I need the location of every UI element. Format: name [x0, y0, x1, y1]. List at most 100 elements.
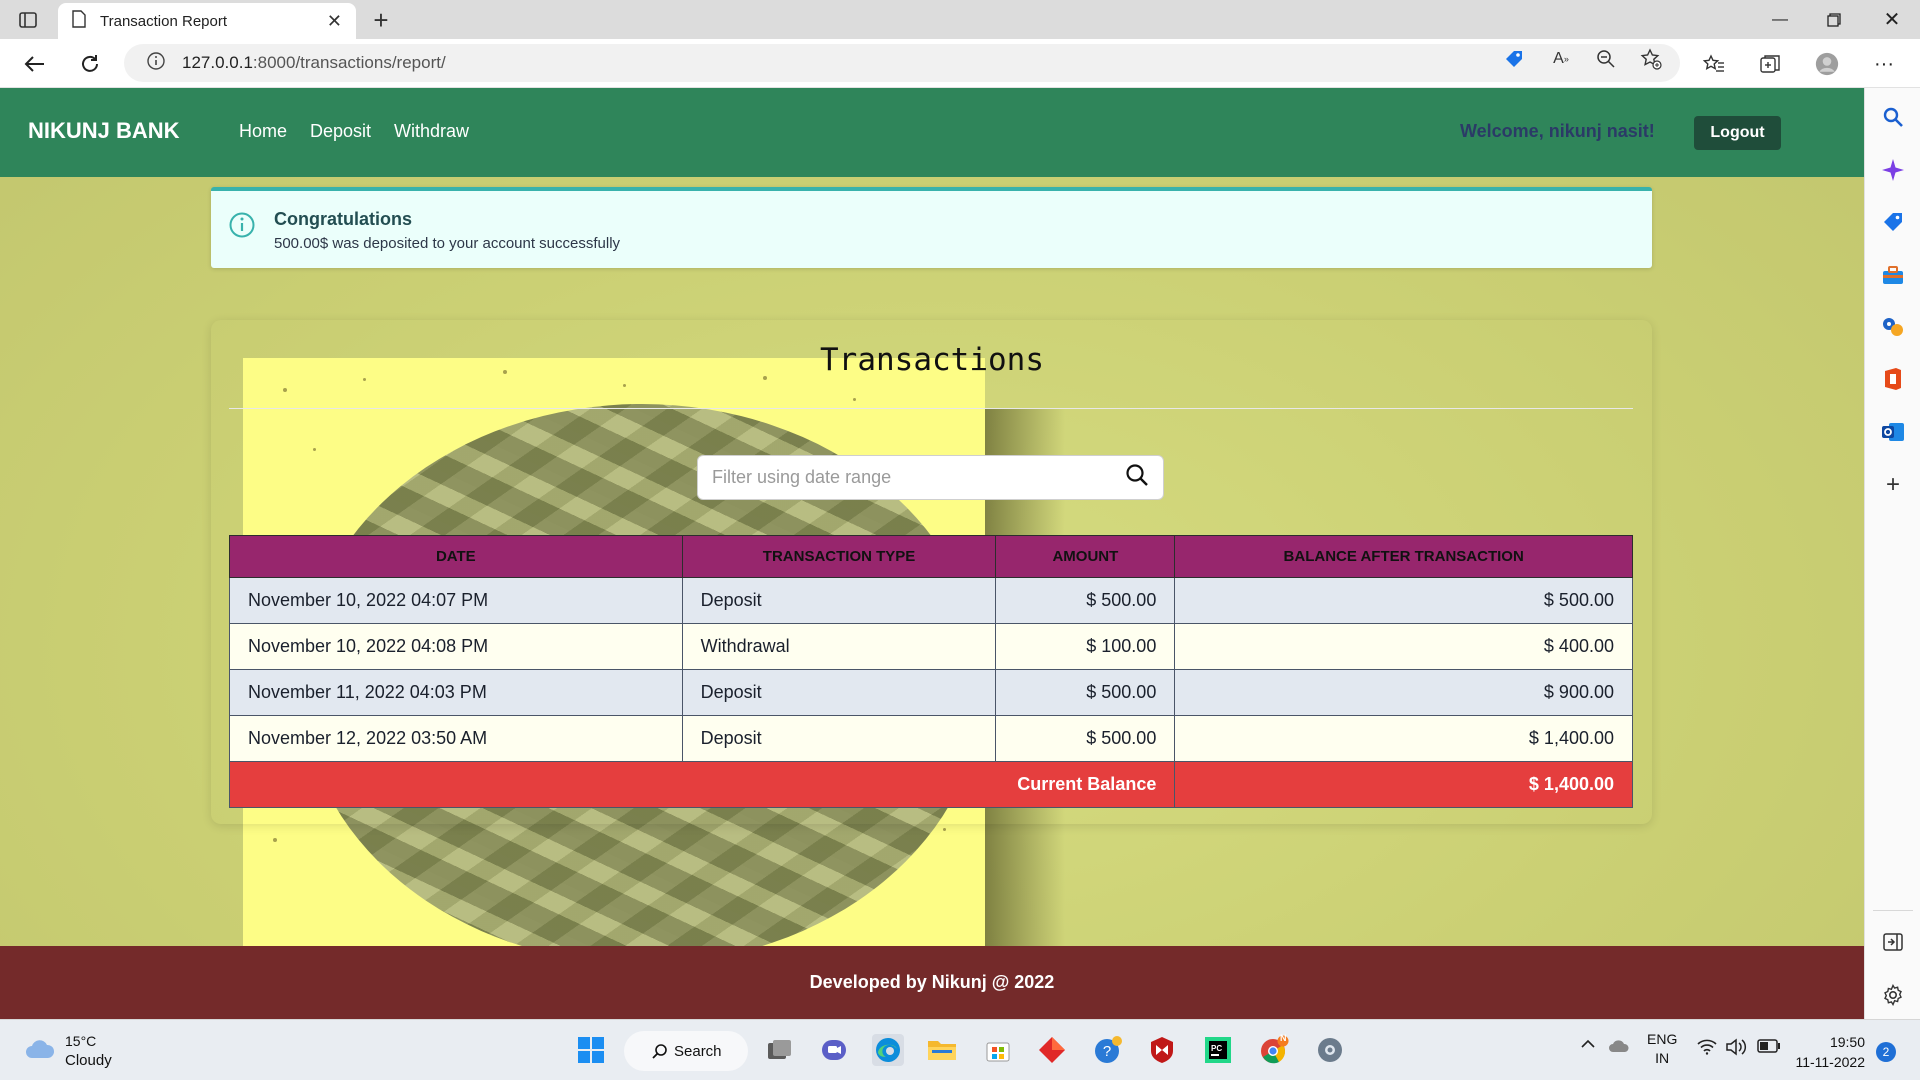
cell-type: Deposit: [681, 669, 997, 716]
alert-title: Congratulations: [274, 209, 412, 229]
taskbar-search[interactable]: Search: [624, 1031, 748, 1071]
new-tab-button[interactable]: +: [366, 5, 396, 36]
copilot-sparkle-icon[interactable]: [1879, 156, 1907, 184]
shopping-icon[interactable]: [1879, 208, 1907, 236]
browser-tab[interactable]: Transaction Report ✕: [58, 3, 356, 39]
cell-amount: $ 500.00: [995, 577, 1176, 624]
cell-type: Deposit: [681, 715, 997, 762]
games-icon[interactable]: [1879, 313, 1907, 341]
chrome-icon[interactable]: N: [1258, 1033, 1290, 1066]
language-indicator[interactable]: ENG IN: [1647, 1030, 1677, 1068]
system-clock[interactable]: 19:50 11-11-2022: [1795, 1032, 1865, 1072]
url-text[interactable]: 127.0.0.1:8000/transactions/report/: [182, 53, 446, 73]
tab-title: Transaction Report: [100, 12, 228, 30]
cell-type: Deposit: [681, 577, 997, 624]
profile-avatar[interactable]: [1815, 52, 1839, 76]
cell-amount: $ 500.00: [995, 669, 1176, 716]
nav-deposit-link[interactable]: Deposit: [310, 121, 371, 142]
taskbar-search-label: Search: [674, 1042, 722, 1060]
settings-taskbar-icon[interactable]: [1314, 1034, 1346, 1066]
page-viewport: NIKUNJ BANK Home Deposit Withdraw Welcom…: [0, 88, 1864, 1019]
get-help-icon[interactable]: ?: [1092, 1034, 1124, 1066]
cell-date: November 11, 2022 04:03 PM: [229, 669, 683, 716]
task-view-icon[interactable]: [764, 1034, 796, 1066]
current-balance-value: $ 1,400.00: [1174, 761, 1633, 808]
site-navbar: NIKUNJ BANK Home Deposit Withdraw Welcom…: [0, 88, 1864, 177]
wifi-icon[interactable]: [1697, 1039, 1717, 1058]
search-icon: [652, 1044, 667, 1059]
language-code: ENG: [1647, 1031, 1678, 1047]
collections-icon[interactable]: [1758, 52, 1782, 76]
add-sidebar-app-icon[interactable]: +: [1879, 471, 1907, 499]
office-icon[interactable]: [1879, 365, 1907, 393]
microsoft-store-icon[interactable]: [982, 1034, 1014, 1066]
search-icon[interactable]: [1879, 103, 1907, 131]
date-range-input[interactable]: [712, 467, 1125, 488]
date-filter-search: [697, 455, 1164, 500]
tab-actions-icon[interactable]: [16, 8, 40, 32]
current-balance-label: Current Balance: [228, 761, 1176, 808]
sidebar-divider: [1873, 910, 1913, 911]
site-info-icon[interactable]: [146, 51, 166, 76]
logout-button[interactable]: Logout: [1694, 116, 1781, 150]
favorites-icon[interactable]: [1702, 52, 1726, 76]
page-icon: [72, 9, 86, 33]
hide-sidebar-icon[interactable]: [1879, 928, 1907, 956]
success-alert: Congratulations 500.00$ was deposited to…: [211, 187, 1652, 268]
weather-description[interactable]: Cloudy: [65, 1052, 112, 1069]
brand-logo[interactable]: NIKUNJ BANK: [28, 118, 180, 144]
chrome-profile-badge: N: [1280, 1033, 1287, 1043]
show-hidden-icons[interactable]: [1580, 1036, 1596, 1052]
more-menu-icon[interactable]: ···: [1872, 52, 1896, 76]
volume-icon[interactable]: [1725, 1038, 1747, 1059]
back-button[interactable]: [20, 49, 50, 79]
onedrive-cloud-icon[interactable]: [1608, 1039, 1630, 1056]
browser-tab-bar: Transaction Report ✕ + — ✕: [0, 0, 1920, 39]
teams-chat-icon[interactable]: [818, 1034, 850, 1066]
file-explorer-icon[interactable]: [926, 1034, 958, 1066]
start-windows-icon[interactable]: [575, 1034, 607, 1066]
notification-badge[interactable]: 2: [1876, 1042, 1896, 1062]
alert-message: 500.00$ was deposited to your account su…: [274, 235, 621, 252]
refresh-button[interactable]: [75, 49, 105, 79]
info-icon: [229, 212, 255, 238]
zoom-out-icon[interactable]: [1595, 48, 1617, 70]
nav-home-link[interactable]: Home: [239, 121, 287, 142]
search-icon[interactable]: [1125, 463, 1149, 492]
page-title: Transactions: [820, 342, 1044, 378]
shopping-tag-icon[interactable]: [1503, 48, 1525, 70]
read-aloud-icon[interactable]: A»: [1550, 48, 1572, 70]
site-footer: Developed by Nikunj @ 2022: [0, 946, 1864, 1019]
cell-amount: $ 500.00: [995, 715, 1176, 762]
restore-button[interactable]: [1806, 0, 1862, 39]
weather-temperature[interactable]: 15°C: [65, 1033, 96, 1049]
close-window-button[interactable]: ✕: [1864, 0, 1920, 39]
svg-text:PC: PC: [1211, 1044, 1222, 1053]
table-row: November 10, 2022 04:08 PM Withdrawal $ …: [229, 623, 1633, 670]
current-balance-row: Current Balance $ 1,400.00: [228, 761, 1633, 808]
mcafee-icon[interactable]: [1146, 1034, 1178, 1066]
cell-balance: $ 1,400.00: [1174, 715, 1633, 762]
table-row: November 11, 2022 04:03 PM Deposit $ 500…: [229, 669, 1633, 716]
app-diamond-icon[interactable]: [1036, 1034, 1068, 1066]
minimize-button[interactable]: —: [1752, 0, 1808, 39]
tools-icon[interactable]: [1879, 261, 1907, 289]
cell-date: November 10, 2022 04:08 PM: [229, 623, 683, 670]
settings-gear-icon[interactable]: [1879, 981, 1907, 1009]
column-header-amount: AMOUNT: [995, 535, 1176, 578]
close-tab-icon[interactable]: ✕: [327, 11, 342, 32]
region-code: IN: [1655, 1050, 1670, 1066]
column-header-balance: BALANCE AFTER TRANSACTION: [1174, 535, 1633, 578]
pycharm-icon[interactable]: PC: [1202, 1034, 1234, 1066]
cloudy-weather-icon[interactable]: [24, 1038, 56, 1060]
cell-date: November 10, 2022 04:07 PM: [229, 577, 683, 624]
browser-toolbar: 127.0.0.1:8000/transactions/report/ A» ·…: [0, 39, 1920, 88]
clock-time: 19:50: [1829, 1034, 1865, 1050]
nav-withdraw-link[interactable]: Withdraw: [394, 121, 469, 142]
address-bar[interactable]: 127.0.0.1:8000/transactions/report/: [124, 44, 1680, 82]
footer-text: Developed by Nikunj @ 2022: [809, 972, 1055, 992]
add-favorite-icon[interactable]: [1640, 48, 1662, 70]
battery-icon[interactable]: [1757, 1039, 1781, 1056]
outlook-icon[interactable]: [1879, 418, 1907, 446]
edge-browser-icon[interactable]: [872, 1034, 904, 1066]
